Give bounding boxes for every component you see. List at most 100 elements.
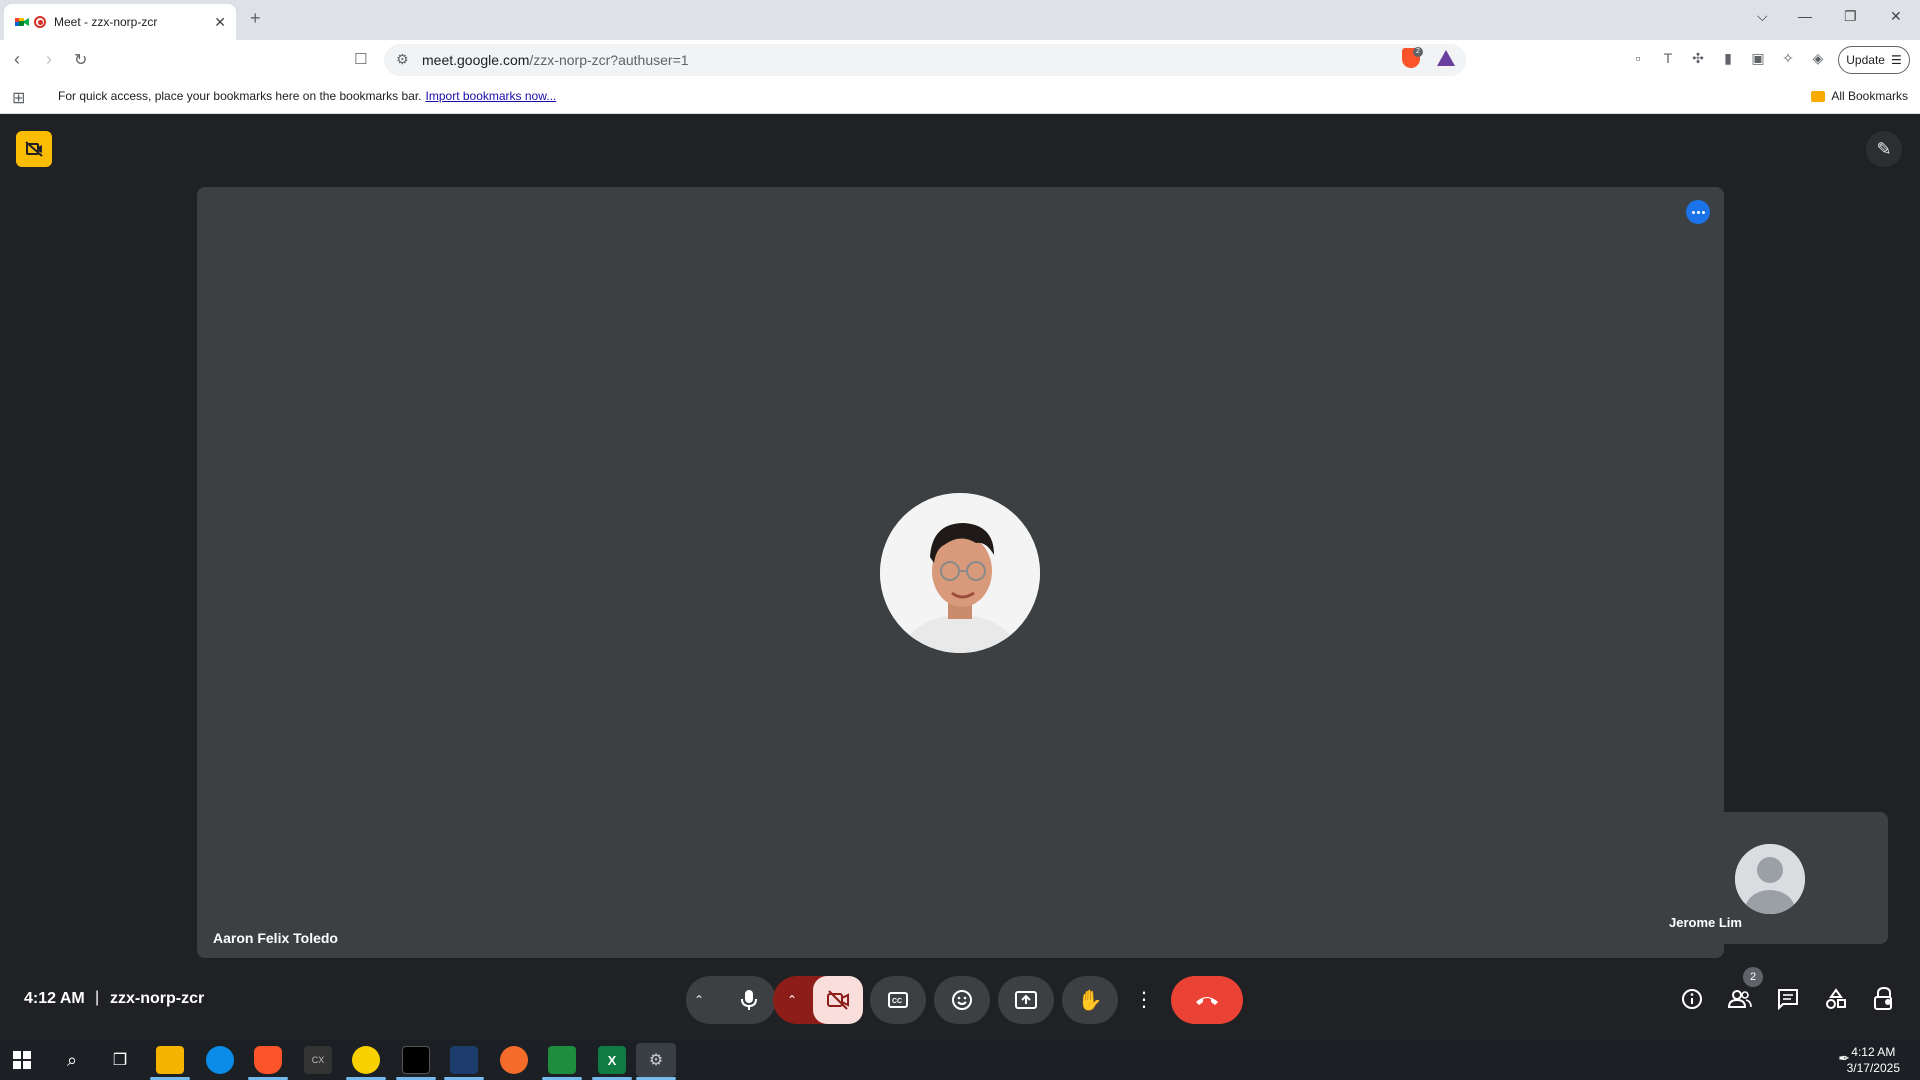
system-date: 3/17/2025 <box>1846 1061 1900 1075</box>
microphone-icon[interactable] <box>739 989 759 1011</box>
system-time: 4:12 AM <box>1851 1045 1896 1059</box>
bookmarks-bar: ⊞ For quick access, place your bookmarks… <box>0 80 1920 114</box>
back-icon[interactable]: ‹ <box>14 49 20 70</box>
all-bookmarks-label: All Bookmarks <box>1831 89 1908 103</box>
bookmark-icon[interactable]: ☐ <box>354 50 367 68</box>
menu-icon: ☰ <box>1890 53 1902 67</box>
audio-options-chevron-icon[interactable]: ⌃ <box>694 993 704 1007</box>
app-cx-icon[interactable]: CX <box>304 1046 332 1074</box>
self-participant-name: Jerome Lim <box>1669 915 1742 930</box>
folder-icon <box>1811 90 1826 102</box>
hang-up-icon <box>1196 997 1218 1005</box>
host-controls-button[interactable] <box>1869 984 1899 1014</box>
translate-extension-icon[interactable]: T <box>1660 50 1676 66</box>
url-path: /zzx-norp-zcr?authuser=1 <box>529 52 689 68</box>
close-tab-icon[interactable]: ✕ <box>214 14 226 31</box>
meet-stage: ✎ Aaron Felix Toledo Jerome Lim 4:12 AM … <box>0 115 1920 1040</box>
activities-icon <box>1826 988 1846 1009</box>
meeting-code: zzx-norp-zcr <box>110 990 205 1007</box>
restore-icon[interactable]: ❐ <box>1844 8 1857 25</box>
search-icon[interactable]: ⌕ <box>58 1046 86 1074</box>
bookmarks-hint-text: For quick access, place your bookmarks h… <box>58 89 422 103</box>
excel-icon[interactable]: X <box>598 1046 626 1074</box>
minimize-icon[interactable]: — <box>1798 8 1812 24</box>
close-window-icon[interactable]: ✕ <box>1890 8 1902 25</box>
tab-meet[interactable]: Meet - zzx-norp-zcr ✕ <box>4 4 236 40</box>
app-active-icon[interactable]: ⚙ <box>636 1043 676 1077</box>
windows-taskbar: ⌕ ❒ CX X ⚙ ✒ 4:12 AM 3/17/2025 <box>0 1040 1920 1080</box>
annotate-pen-icon[interactable]: ✎ <box>1866 131 1902 167</box>
all-bookmarks-button[interactable]: All Bookmarks <box>1811 89 1908 103</box>
site-info-icon[interactable]: ⚙ <box>396 51 409 68</box>
main-participant-tile[interactable]: Aaron Felix Toledo <box>197 187 1724 958</box>
hand-icon: ✋ <box>1077 989 1103 1012</box>
lock-person-icon <box>1874 987 1892 1010</box>
info-icon <box>1682 989 1702 1009</box>
present-screen-icon <box>1015 991 1037 1009</box>
forward-icon[interactable]: › <box>46 49 52 70</box>
recording-icon <box>34 16 46 28</box>
sidebar-icon[interactable]: ▮ <box>1720 50 1736 66</box>
people-button[interactable] <box>1725 984 1755 1014</box>
person-portrait-icon <box>880 493 1040 653</box>
raise-hand-button[interactable]: ✋ <box>1062 976 1118 1024</box>
participant-avatar <box>880 493 1040 653</box>
app-orange-icon[interactable] <box>500 1046 528 1074</box>
puzzle-icon[interactable]: ✣ <box>1690 50 1706 66</box>
main-participant-name: Aaron Felix Toledo <box>213 930 338 946</box>
update-label: Update <box>1846 53 1885 67</box>
brave-shields-count: 2 <box>1413 47 1423 57</box>
tab-title: Meet - zzx-norp-zcr <box>54 15 158 29</box>
import-bookmarks-link[interactable]: Import bookmarks now... <box>426 89 557 103</box>
wallet-icon[interactable]: ▣ <box>1750 50 1766 66</box>
video-options-chevron-icon[interactable]: ⌃ <box>787 993 797 1007</box>
tab-search-icon[interactable]: ⌵ <box>1757 8 1768 25</box>
app-yellow-icon[interactable] <box>352 1046 380 1074</box>
captions-button[interactable]: CC <box>870 976 926 1024</box>
svg-text:CC: CC <box>892 998 902 1005</box>
chat-button[interactable] <box>1773 984 1803 1014</box>
microphone-control: ⌃ <box>686 976 776 1024</box>
vpn-icon[interactable]: ◈ <box>1810 50 1826 66</box>
url-host: meet.google.com <box>422 52 530 68</box>
brave-rewards-icon[interactable] <box>1437 50 1455 66</box>
no-camera-icon <box>25 141 43 157</box>
more-options-button[interactable]: ⋮ <box>1132 976 1156 1024</box>
new-tab-icon[interactable]: + <box>250 8 261 29</box>
windows-start-icon[interactable] <box>8 1046 36 1074</box>
activities-button[interactable] <box>1821 984 1851 1014</box>
meeting-details-button[interactable] <box>1677 984 1707 1014</box>
info-separator: | <box>95 989 100 1006</box>
bookmarks-hint: For quick access, place your bookmarks h… <box>58 89 556 103</box>
turn-on-camera-button[interactable] <box>813 976 863 1024</box>
camera-off-icon <box>827 990 849 1010</box>
reactions-button[interactable] <box>934 976 990 1024</box>
gear-icon: ⚙ <box>648 1052 664 1069</box>
app-blue-icon[interactable] <box>450 1046 478 1074</box>
meeting-time: 4:12 AM <box>24 990 85 1007</box>
emoji-icon <box>952 990 972 1010</box>
file-explorer-icon[interactable] <box>156 1046 184 1074</box>
present-screen-button[interactable] <box>998 976 1054 1024</box>
system-clock[interactable]: 4:12 AM 3/17/2025 <box>1847 1044 1900 1076</box>
tile-more-options-icon[interactable] <box>1686 200 1710 224</box>
apps-grid-icon[interactable]: ⊞ <box>12 88 25 108</box>
self-view-tile[interactable]: Jerome Lim <box>1653 812 1888 944</box>
leo-ai-icon[interactable]: ✧ <box>1780 50 1796 66</box>
app-black-icon[interactable] <box>402 1046 430 1074</box>
default-avatar-icon <box>1735 844 1805 914</box>
people-icon <box>1728 990 1752 1008</box>
reload-icon[interactable]: ↻ <box>74 50 87 70</box>
app-chart-icon[interactable] <box>548 1046 576 1074</box>
address-bar[interactable]: ⚙ meet.google.com/zzx-norp-zcr?authuser=… <box>384 44 1466 76</box>
task-view-icon[interactable]: ❒ <box>106 1046 134 1074</box>
camera-off-indicator[interactable] <box>16 131 52 167</box>
extension-icon[interactable]: ▫ <box>1630 50 1646 66</box>
leave-call-button[interactable] <box>1171 976 1243 1024</box>
chat-icon <box>1778 989 1798 1010</box>
edge-browser-icon[interactable] <box>206 1046 234 1074</box>
update-button[interactable]: Update ☰ <box>1838 46 1910 74</box>
url-text: meet.google.com/zzx-norp-zcr?authuser=1 <box>422 52 689 68</box>
brave-browser-icon[interactable] <box>254 1046 282 1074</box>
google-meet-icon <box>15 18 29 26</box>
